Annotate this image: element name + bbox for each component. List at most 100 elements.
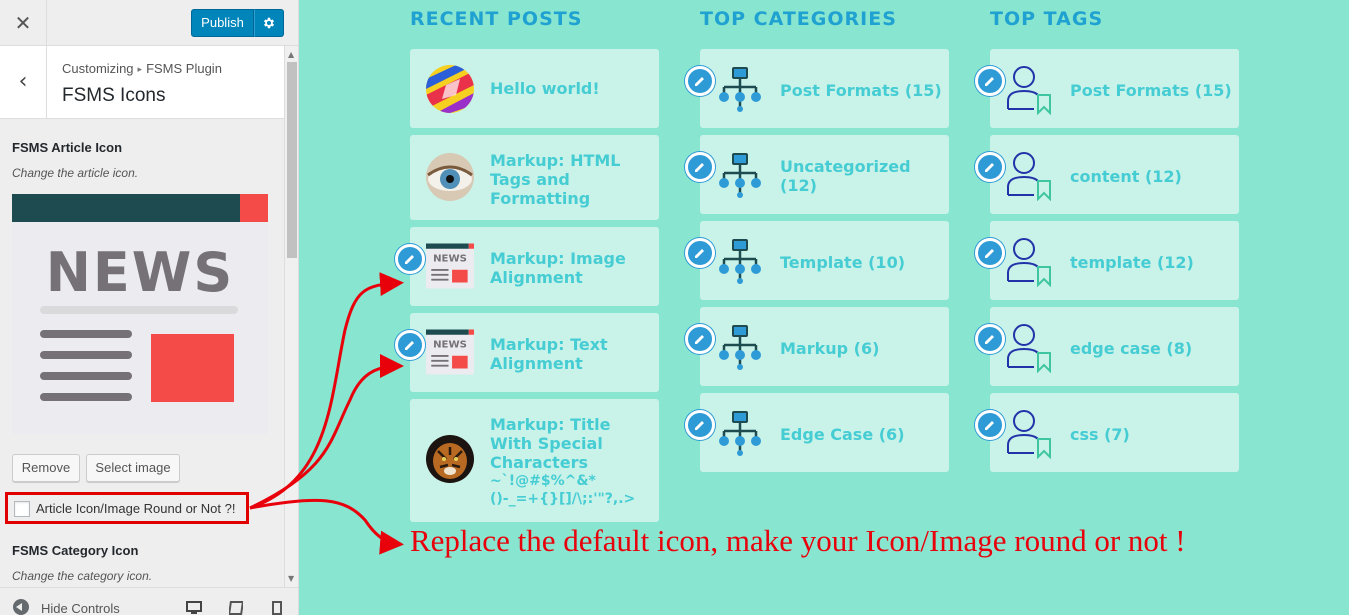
- svg-text:NEWS: NEWS: [433, 340, 467, 351]
- round-checkbox-label[interactable]: Article Icon/Image Round or Not ?!: [36, 501, 235, 516]
- news-icon: NEWS: [426, 329, 474, 375]
- hide-controls-icon[interactable]: [13, 599, 29, 615]
- tag-card[interactable]: edge case (8): [990, 307, 1239, 386]
- edit-icon-button[interactable]: [395, 330, 425, 360]
- category-card[interactable]: Edge Case (6): [700, 393, 949, 472]
- eye-thumb: [426, 153, 474, 201]
- edit-icon-button[interactable]: [975, 238, 1005, 268]
- pencil-icon: [405, 341, 414, 350]
- tag-card[interactable]: Post Formats (15): [990, 49, 1239, 128]
- customizer-header: ✕ Publish: [0, 0, 298, 46]
- edit-icon-button[interactable]: [395, 244, 425, 274]
- post-title[interactable]: Markup: Image Alignment: [490, 249, 626, 287]
- select-image-button[interactable]: Select image: [86, 454, 180, 482]
- pencil-icon: [695, 163, 704, 172]
- mobile-icon[interactable]: [272, 601, 282, 615]
- article-icon-title: FSMS Article Icon: [12, 140, 123, 155]
- colorful-art-thumb: [426, 65, 474, 113]
- tag-card[interactable]: css (7): [990, 393, 1239, 472]
- round-option-highlight: Article Icon/Image Round or Not ?!: [5, 492, 249, 524]
- svg-text:NEWS: NEWS: [433, 254, 467, 265]
- post-title[interactable]: Markup: HTML Tags and Formatting: [490, 151, 620, 208]
- edit-icon-button[interactable]: [685, 324, 715, 354]
- category-label[interactable]: Edge Case (6): [780, 425, 905, 444]
- category-card[interactable]: Uncategorized (12): [700, 135, 949, 214]
- scroll-thumb[interactable]: [287, 62, 297, 258]
- pencil-icon: [985, 421, 994, 430]
- annotation-text: Replace the default icon, make your Icon…: [410, 523, 1186, 558]
- customizer-sidebar: ✕ Publish ‹ Customizing ▸ FSMS Plugin FSMS…: [0, 0, 299, 615]
- sitemap-icon: [719, 67, 761, 112]
- edit-icon-button[interactable]: [685, 410, 715, 440]
- breadcrumb-separator: ▸: [137, 64, 143, 74]
- sidebar-scrollbar[interactable]: ▲ ▼: [284, 46, 298, 587]
- publish-settings-button[interactable]: [254, 9, 284, 37]
- tag-card[interactable]: template (12): [990, 221, 1239, 300]
- category-card[interactable]: Template (10): [700, 221, 949, 300]
- pencil-icon: [695, 77, 704, 86]
- edit-icon-button[interactable]: [685, 238, 715, 268]
- user-tag-icon: [1007, 324, 1051, 373]
- tag-label[interactable]: content (12): [1070, 167, 1182, 186]
- user-tag-icon: [1007, 152, 1051, 201]
- pencil-icon: [985, 77, 994, 86]
- sitemap-icon: [719, 411, 761, 456]
- tag-label[interactable]: edge case (8): [1070, 339, 1192, 358]
- user-tag-icon: [1007, 238, 1051, 287]
- edit-icon-button[interactable]: [685, 152, 715, 182]
- remove-button[interactable]: Remove: [12, 454, 80, 482]
- post-title[interactable]: Hello world!: [490, 79, 600, 98]
- user-tag-icon: [1007, 410, 1051, 459]
- edit-icon-button[interactable]: [685, 66, 715, 96]
- edit-icon-button[interactable]: [975, 152, 1005, 182]
- post-title[interactable]: Markup: Title With Special Characters ~`!@…: [490, 415, 635, 508]
- pencil-icon: [985, 249, 994, 258]
- news-icon[interactable]: NEWS: [12, 194, 268, 434]
- desktop-icon[interactable]: [186, 601, 202, 615]
- category-icon-description: Change the category icon.: [12, 569, 153, 583]
- hide-controls-button[interactable]: Hide Controls: [41, 601, 120, 615]
- edit-icon-button[interactable]: [975, 66, 1005, 96]
- edit-icon-button[interactable]: [975, 410, 1005, 440]
- category-label[interactable]: Template (10): [780, 253, 905, 272]
- customizer-footer: Hide Controls: [0, 587, 298, 615]
- close-icon[interactable]: ✕: [0, 0, 47, 46]
- category-icon-title: FSMS Category Icon: [12, 543, 139, 558]
- category-label[interactable]: Uncategorized (12): [780, 157, 911, 195]
- pencil-icon: [985, 335, 994, 344]
- article-icon-description: Change the article icon.: [12, 166, 139, 180]
- scroll-up-arrow[interactable]: ▲: [288, 50, 294, 59]
- recent-post-card[interactable]: Markup: Title With Special Characters ~`!@…: [410, 399, 659, 522]
- round-checkbox[interactable]: [14, 501, 30, 517]
- publish-button[interactable]: Publish: [191, 9, 254, 37]
- recent-post-card[interactable]: NEWS Markup: Image Alignment: [410, 227, 659, 306]
- back-chevron-icon[interactable]: ‹: [0, 46, 47, 119]
- gear-icon: [263, 17, 275, 29]
- sitemap-icon: [719, 153, 761, 198]
- tag-label[interactable]: Post Formats (15): [1070, 81, 1232, 100]
- pencil-icon: [695, 421, 704, 430]
- news-icon: NEWS: [426, 243, 474, 289]
- pencil-icon: [405, 255, 414, 264]
- tag-label[interactable]: css (7): [1070, 425, 1130, 444]
- pencil-icon: [695, 335, 704, 344]
- recent-post-card[interactable]: Markup: HTML Tags and Formatting: [410, 135, 659, 220]
- tiger-thumb: [426, 435, 474, 483]
- tag-card[interactable]: content (12): [990, 135, 1239, 214]
- category-card[interactable]: Markup (6): [700, 307, 949, 386]
- pencil-icon: [985, 163, 994, 172]
- category-card[interactable]: Post Formats (15): [700, 49, 949, 128]
- category-label[interactable]: Post Formats (15): [780, 81, 942, 100]
- breadcrumb-parent: Customizing: [62, 61, 134, 76]
- post-title[interactable]: Markup: Text Alignment: [490, 335, 608, 373]
- edit-icon-button[interactable]: [975, 324, 1005, 354]
- section-header: ‹ Customizing ▸ FSMS Plugin FSMS Icons: [0, 46, 284, 119]
- tag-label[interactable]: template (12): [1070, 253, 1194, 272]
- top-categories-title: TOP CATEGORIES: [700, 8, 897, 30]
- category-label[interactable]: Markup (6): [780, 339, 879, 358]
- recent-post-card[interactable]: Hello world!: [410, 49, 659, 128]
- scroll-down-arrow[interactable]: ▼: [288, 574, 294, 583]
- recent-post-card[interactable]: NEWS Markup: Text Alignment: [410, 313, 659, 392]
- sitemap-icon: [719, 239, 761, 284]
- tablet-icon[interactable]: [229, 601, 243, 615]
